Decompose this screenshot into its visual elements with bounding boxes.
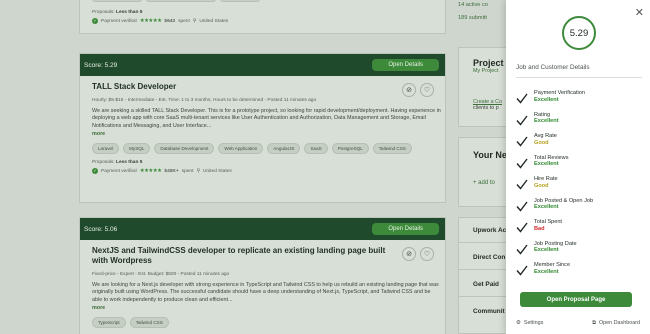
- check-icon: [516, 198, 530, 212]
- job-title[interactable]: TALL Stack Developer: [92, 82, 434, 92]
- tag[interactable]: Database Development: [154, 143, 215, 155]
- panel-footer: ⚙ Settings ⧉ Open Dashboard: [516, 320, 640, 327]
- tag[interactable]: [146, 0, 216, 2]
- detail-value: Good: [534, 182, 549, 189]
- settings-link[interactable]: ⚙ Settings: [516, 320, 543, 327]
- tag[interactable]: TypeScript: [92, 317, 126, 329]
- detail-name: Total Spent: [534, 219, 562, 225]
- detail-value: Excellent: [534, 204, 559, 211]
- detail-value: Excellent: [534, 161, 559, 168]
- client-info: ✓ Payment verified ★★★★★ $40K+ spent ⚲ Un…: [92, 168, 232, 175]
- score-label: Score: 5.29: [84, 61, 118, 69]
- proposals-count: Proposals: Less than 5: [92, 160, 143, 166]
- detail-item: Total Spent Bad: [516, 219, 642, 241]
- verified-icon: ✓: [92, 18, 98, 24]
- rating-stars: ★★★★★: [139, 18, 162, 24]
- dislike-icon[interactable]: ⊘: [402, 83, 416, 97]
- job-card-2[interactable]: Score: 5.06 Open Details ⊘ ♡ NextJS and …: [79, 217, 446, 334]
- detail-value: Excellent: [534, 96, 559, 103]
- job-description: We are looking for a Next.js developer w…: [92, 282, 439, 303]
- check-icon: [516, 262, 530, 276]
- detail-name: Total Reviews: [534, 154, 569, 161]
- verified-icon: ✓: [92, 168, 98, 175]
- details-list: Payment Verification Excellent Rating Excel…: [516, 90, 642, 284]
- panel-title: Job and Customer Details: [516, 64, 590, 71]
- detail-name: Avg Rate: [534, 133, 557, 139]
- rating-stars: ★★★★★: [139, 168, 162, 175]
- tag[interactable]: [92, 0, 142, 2]
- heart-icon[interactable]: ♡: [420, 83, 434, 97]
- more-link[interactable]: more: [92, 131, 434, 137]
- dashboard-link[interactable]: ⧉ Open Dashboard: [592, 320, 640, 327]
- check-icon: [516, 176, 530, 190]
- client-info: ✓ Payment verified ★★★★★ $643 spent ⚲ Uni…: [92, 18, 229, 24]
- open-details-button[interactable]: Open Details: [372, 59, 439, 71]
- check-icon: [516, 241, 530, 255]
- job-meta: Hourly: $5-$15 - Intermediate - Est. Tim…: [92, 98, 317, 103]
- skill-tags: TypeScript Tailwind CSS: [92, 317, 434, 329]
- tag[interactable]: AngularJS: [267, 143, 301, 155]
- tag[interactable]: Tailwind CSS: [129, 317, 169, 329]
- check-icon: [516, 133, 530, 147]
- location-icon: ⚲: [196, 168, 200, 174]
- detail-name: Job Posted & Open Job: [534, 197, 594, 204]
- tag[interactable]: MySQL: [123, 143, 151, 155]
- gear-icon: ⚙: [516, 320, 521, 326]
- tag[interactable]: Tailwind CSS: [372, 143, 412, 155]
- open-details-button[interactable]: Open Details: [372, 223, 439, 235]
- check-icon: [516, 90, 530, 104]
- detail-item: Job Posting Date Excellent: [516, 241, 642, 263]
- score-bar: Score: 5.29 Open Details: [80, 54, 445, 76]
- tag[interactable]: [220, 0, 260, 2]
- detail-item: Hire Rate Good: [516, 176, 642, 198]
- detail-name: Job Posting Date: [534, 240, 577, 247]
- score-label: Score: 5.06: [84, 225, 118, 233]
- detail-value: Bad: [534, 225, 545, 232]
- score-bar: Score: 5.06 Open Details: [80, 218, 445, 240]
- detail-name: Member Since: [534, 262, 571, 268]
- detail-value: Excellent: [534, 118, 559, 125]
- location-icon: ⚲: [192, 18, 197, 24]
- more-link[interactable]: more: [92, 305, 434, 311]
- detail-value: Good: [534, 139, 549, 146]
- close-icon[interactable]: ✕: [635, 6, 644, 19]
- submitted-count[interactable]: 189 submitt: [458, 15, 487, 21]
- tag[interactable]: SaaS: [304, 143, 328, 155]
- check-icon: [516, 219, 530, 233]
- open-proposal-button[interactable]: Open Proposal Page: [520, 292, 632, 307]
- detail-item: Avg Rate Good: [516, 133, 642, 155]
- check-icon: [516, 155, 530, 169]
- active-count[interactable]: 14 active co: [458, 2, 488, 8]
- score-circle: 5.29: [562, 16, 596, 50]
- detail-name: Rating: [534, 111, 551, 118]
- tag[interactable]: Laravel: [92, 143, 120, 155]
- skill-tags: Laravel MySQL Database Development Web A…: [92, 143, 434, 155]
- detail-value: Excellent: [534, 268, 559, 275]
- check-icon: [516, 112, 530, 126]
- detail-value: Excellent: [534, 247, 559, 254]
- job-details-panel: ✕ 5.29 Job and Customer Details Payment …: [506, 0, 650, 334]
- detail-item: Job Posted & Open Job Excellent: [516, 198, 642, 220]
- job-card-0: Proposals: Less than 5 ✓ Payment verifie…: [79, 0, 446, 34]
- job-list: Proposals: Less than 5 ✓ Payment verifie…: [79, 0, 446, 334]
- detail-item: Payment Verification Excellent: [516, 90, 642, 112]
- detail-name: Hire Rate: [534, 176, 558, 182]
- tag[interactable]: PostgreSQL: [331, 143, 369, 155]
- job-meta: Fixed-price - Expert - Est. Budget: $500…: [92, 272, 230, 277]
- tag[interactable]: Web Application: [218, 143, 264, 155]
- heart-icon[interactable]: ♡: [420, 247, 434, 261]
- detail-item: Member Since Excellent: [516, 262, 642, 284]
- detail-name: Payment Verification: [534, 90, 585, 96]
- detail-item: Total Reviews Excellent: [516, 155, 642, 177]
- external-link-icon: ⧉: [592, 320, 596, 326]
- proposals-count: Proposals: Less than 5: [92, 10, 143, 15]
- detail-item: Rating Excellent: [516, 112, 642, 134]
- job-card-1[interactable]: Score: 5.29 Open Details ⊘ ♡ TALL Stack …: [79, 53, 446, 203]
- dislike-icon[interactable]: ⊘: [402, 247, 416, 261]
- job-description: We are seeking a skilled TALL Stack Deve…: [92, 108, 441, 129]
- job-title[interactable]: NextJS and TailwindCSS developer to repl…: [92, 246, 402, 266]
